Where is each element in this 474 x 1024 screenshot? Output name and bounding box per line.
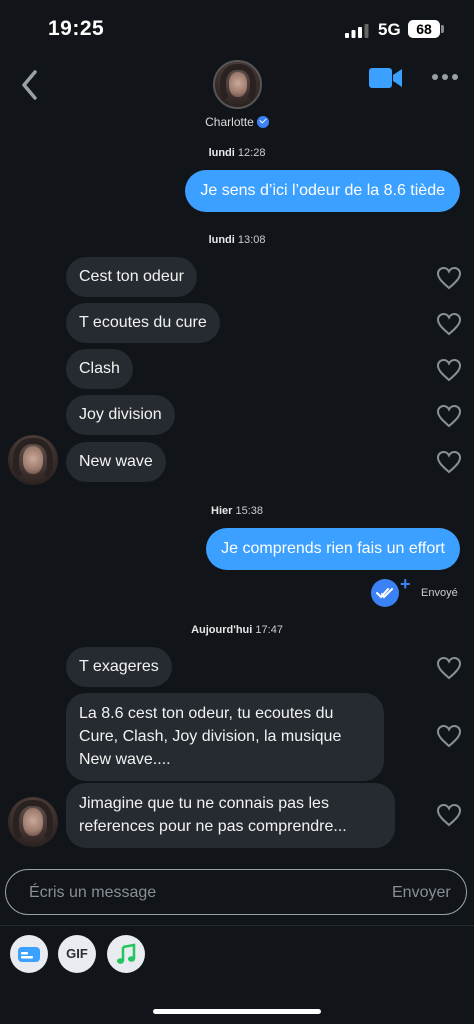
heart-icon[interactable] — [436, 450, 462, 474]
received-message[interactable]: Clash — [66, 349, 133, 389]
home-indicator[interactable] — [153, 1009, 321, 1014]
message-line: Cure, Clash, Joy division, la musique — [79, 728, 342, 745]
gif-button[interactable]: GIF — [58, 935, 96, 973]
heart-icon[interactable] — [436, 724, 462, 748]
heart-icon[interactable] — [436, 266, 462, 290]
received-message[interactable]: T exageres — [66, 647, 172, 687]
message-input[interactable]: Écris un message — [29, 884, 156, 902]
divider — [0, 925, 474, 926]
message-line: La 8.6 cest ton odeur, tu ecoutes du — [79, 705, 334, 722]
contact-avatar[interactable] — [213, 60, 262, 109]
received-message[interactable]: La 8.6 cest ton odeur, tu ecoutes du Cur… — [66, 693, 384, 781]
battery-cap — [441, 25, 444, 33]
received-message[interactable]: T ecoutes du cure — [66, 303, 220, 343]
date-header: Hier 15:38 — [211, 505, 263, 517]
sent-message[interactable]: Je comprends rien fais un effort — [206, 528, 460, 570]
received-message[interactable]: New wave — [66, 442, 166, 482]
contact-card-button[interactable] — [10, 935, 48, 973]
message-line: New wave.... — [79, 751, 171, 768]
heart-icon[interactable] — [436, 803, 462, 827]
date-header: Aujourd'hui 17:47 — [191, 624, 283, 636]
battery-indicator: 68 — [408, 20, 440, 38]
back-chevron-icon[interactable] — [18, 68, 42, 102]
send-button[interactable]: Envoyer — [392, 884, 451, 902]
sent-status: Envoyé — [421, 587, 458, 599]
heart-icon[interactable] — [436, 312, 462, 336]
video-call-icon[interactable] — [369, 66, 403, 90]
message-line: Jimagine que tu ne connais pas les — [79, 795, 329, 812]
contact-avatar[interactable] — [8, 435, 58, 485]
verified-icon — [256, 116, 269, 128]
heart-icon[interactable] — [436, 404, 462, 428]
received-message[interactable]: Joy division — [66, 395, 175, 435]
date-header: lundi 13:08 — [208, 234, 266, 246]
read-receipt-icon — [371, 579, 399, 607]
contact-card-icon — [18, 947, 40, 962]
signal-icon — [345, 24, 369, 38]
received-message[interactable]: Cest ton odeur — [66, 257, 197, 297]
network-label: 5G — [378, 20, 401, 39]
sent-message[interactable]: Je sens d’ici l’odeur de la 8.6 tiède — [185, 170, 460, 212]
received-message[interactable]: Jimagine que tu ne connais pas les refer… — [66, 783, 395, 848]
contact-name-row[interactable]: Charlotte — [0, 115, 474, 129]
contact-name: Charlotte — [205, 115, 254, 129]
more-icon[interactable] — [431, 69, 459, 85]
heart-icon[interactable] — [436, 358, 462, 382]
contact-avatar[interactable] — [8, 797, 58, 847]
plus-icon[interactable]: + — [400, 574, 411, 595]
message-line: references pour ne pas comprendre... — [79, 818, 347, 835]
date-header: lundi 12:28 — [208, 147, 266, 159]
heart-icon[interactable] — [436, 656, 462, 680]
music-button[interactable] — [107, 935, 145, 973]
music-note-icon — [117, 943, 136, 964]
status-time: 19:25 — [48, 17, 105, 40]
